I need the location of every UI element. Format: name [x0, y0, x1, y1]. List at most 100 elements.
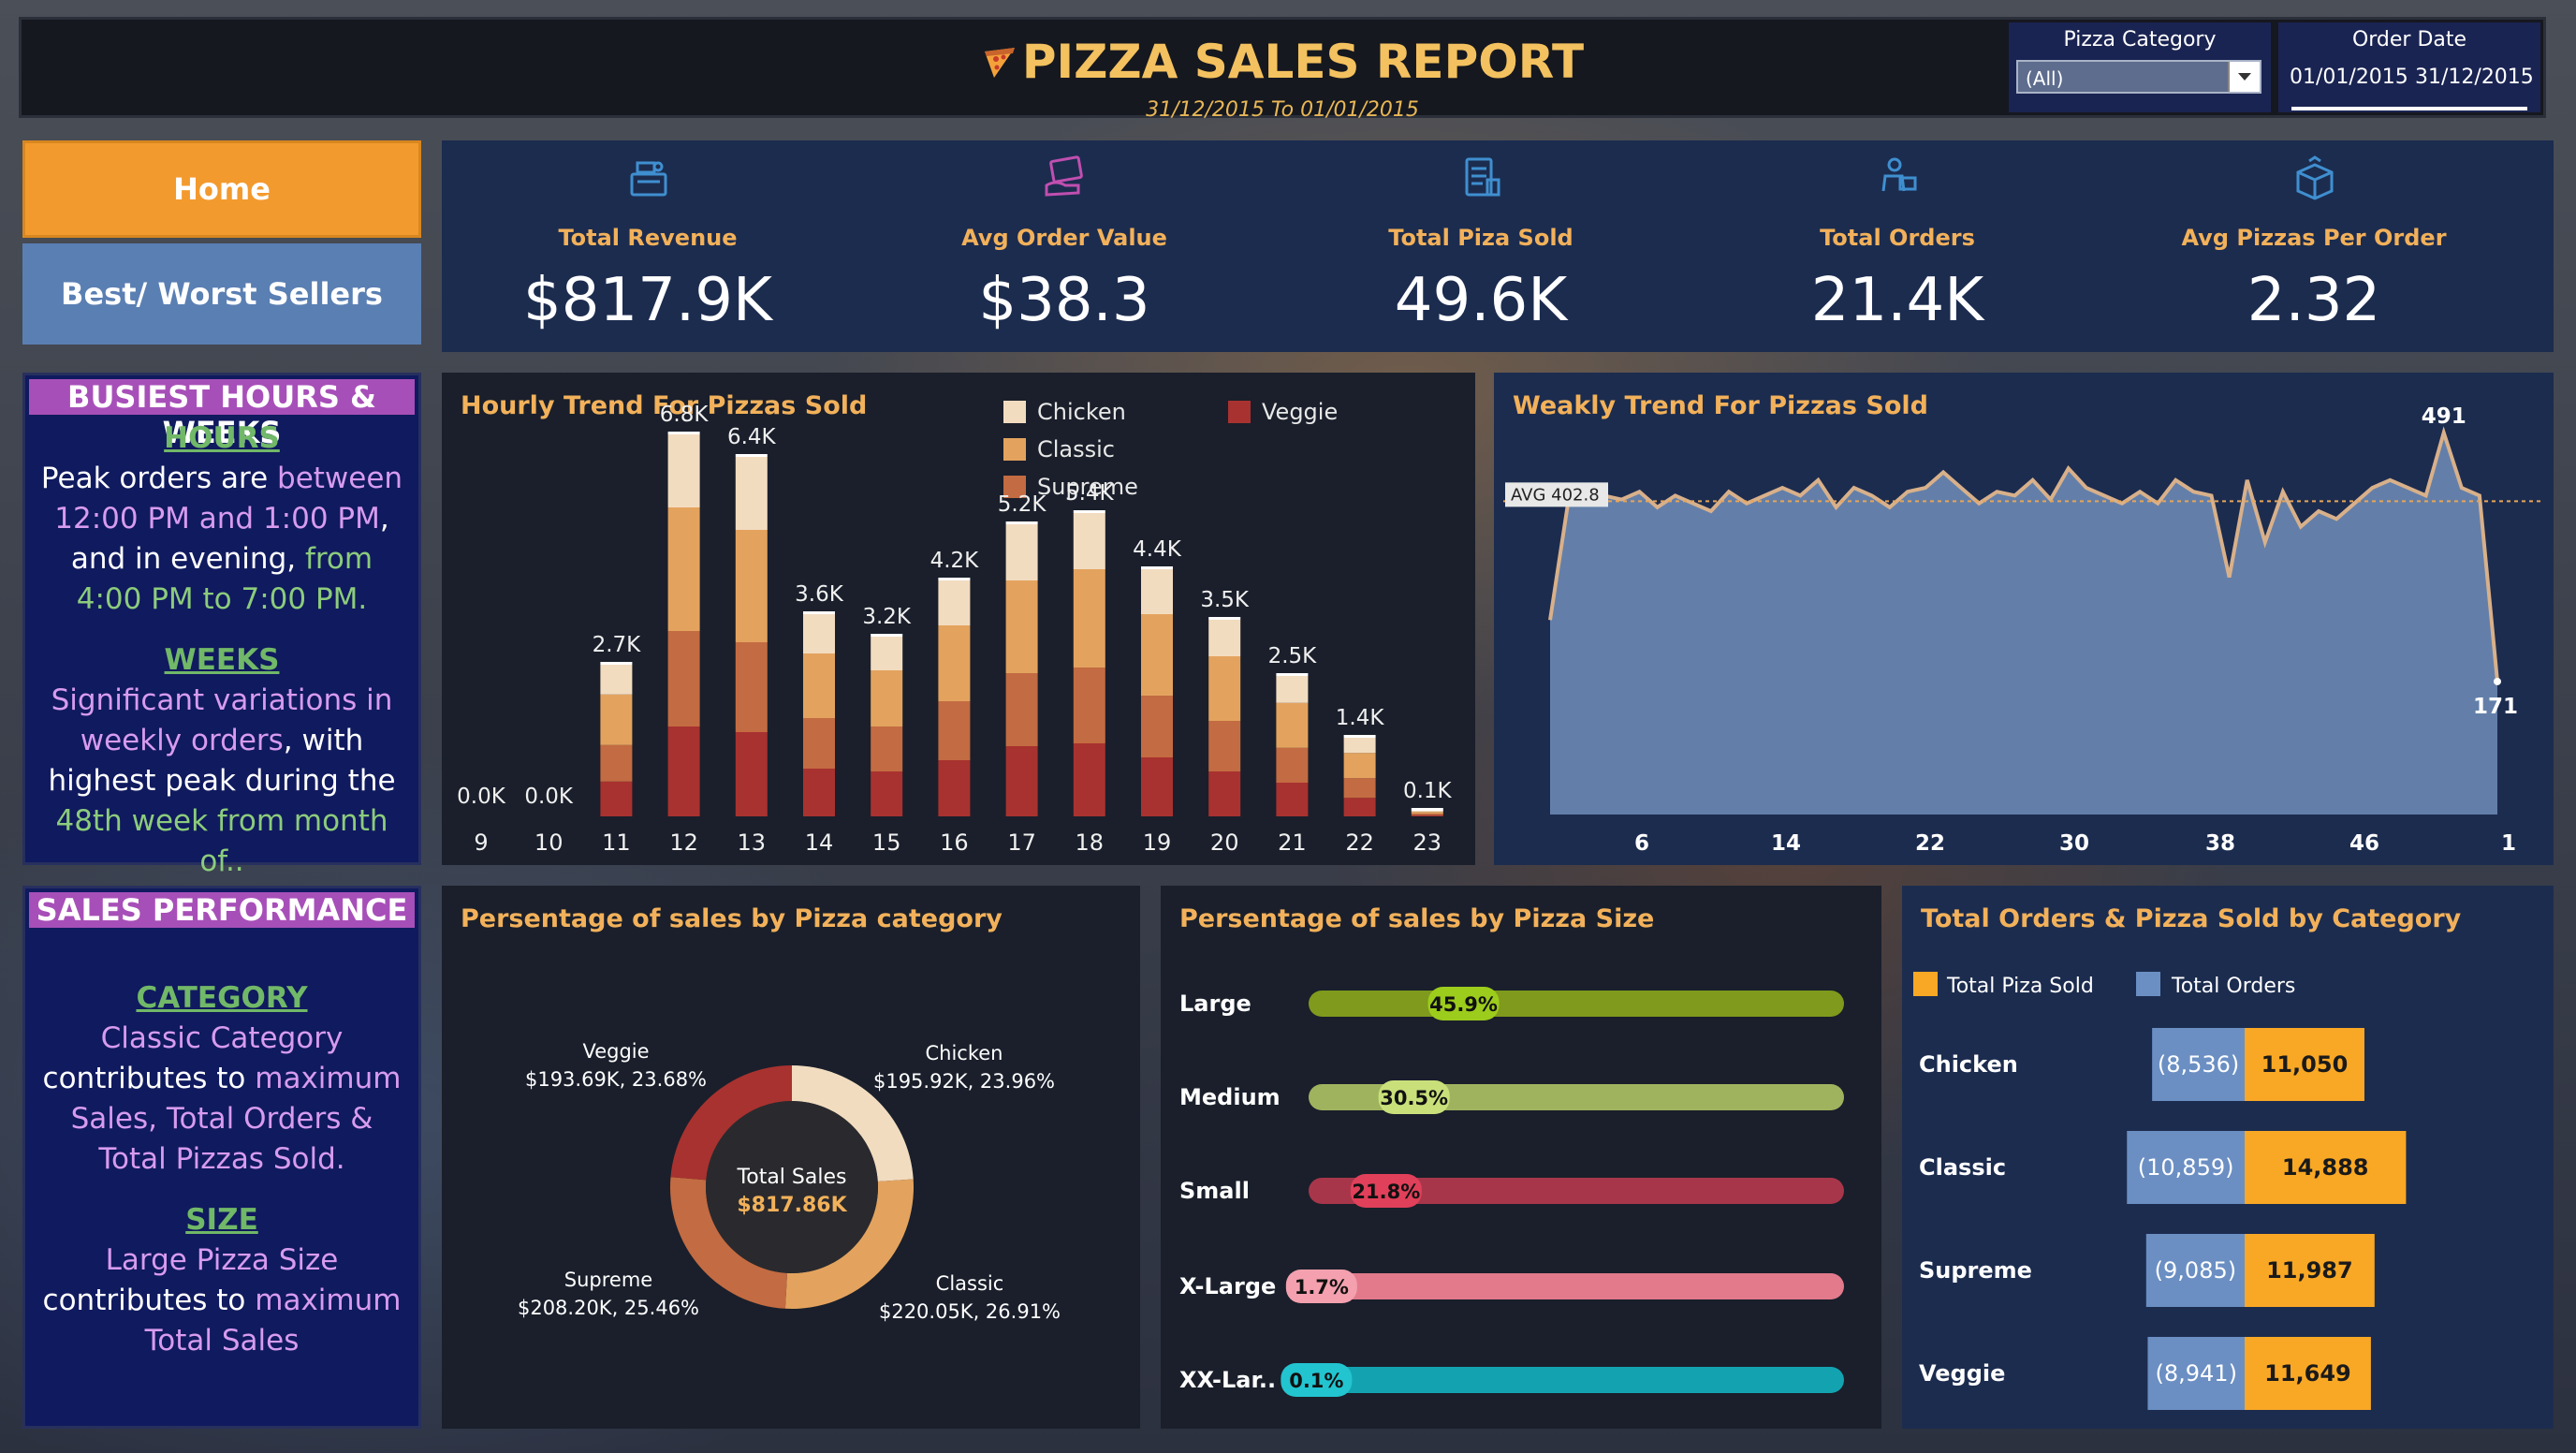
bar-segment-veggie	[1005, 746, 1038, 816]
sales-performance-panel: SALES PERFORMANCE CATEGORY Classic Categ…	[22, 886, 421, 1429]
receipt-list-icon	[1465, 157, 1500, 197]
bar-total-label: 2.7K	[593, 633, 642, 657]
donut-label-value: $208.20K, 25.46%	[518, 1297, 699, 1319]
home-button[interactable]: Home	[22, 140, 421, 238]
x-tick-label: 23	[1413, 829, 1442, 856]
x-tick-label: 9	[474, 829, 488, 856]
kpi-strip: Total Revenue $817.9K Avg Order Value $3…	[442, 140, 2554, 352]
bar-segment-classic	[600, 694, 633, 745]
bar-segment-supreme	[1276, 747, 1309, 783]
kpi-label: Avg Order Value	[961, 225, 1167, 251]
x-tick-label: 46	[2349, 831, 2379, 856]
weeks-text: Significant variations in weekly orders,…	[48, 683, 396, 878]
size-bar-track	[1309, 1367, 1844, 1393]
size-heading: SIZE	[185, 1203, 258, 1237]
bar-total-label: 3.6K	[795, 582, 844, 607]
total-sold-label: 11,987	[2266, 1257, 2353, 1284]
bar-segment-chicken	[1073, 513, 1105, 569]
bar-segment-veggie	[1343, 798, 1376, 816]
kpi-total-pizza-sold: Total Piza Sold 49.6K	[1275, 140, 1687, 352]
bar-segment-supreme	[735, 642, 768, 732]
bar-top-cap	[803, 611, 835, 614]
bar-segment-veggie	[1411, 815, 1443, 816]
order-date-end[interactable]: 31/12/2015	[2415, 66, 2534, 89]
kpi-label: Total Revenue	[558, 225, 738, 251]
orders-by-category-chart: Total Piza Sold Total Orders Chicken (8,536…	[1913, 972, 2407, 1410]
bar-segment-classic	[1343, 753, 1376, 779]
weeks-heading: WEEKS	[164, 643, 280, 677]
pizza-category-value: (All)	[2026, 67, 2064, 90]
x-tick-label: 18	[1076, 829, 1105, 856]
bar-segment-veggie	[735, 732, 768, 816]
bar-segment-classic	[1208, 656, 1241, 721]
kpi-total-revenue: Total Revenue $817.9K	[442, 140, 854, 352]
pizza-category-dropdown[interactable]: (All)	[2016, 60, 2261, 94]
size-value-label: 30.5%	[1380, 1087, 1448, 1109]
kpi-label: Total Piza Sold	[1388, 225, 1573, 251]
size-label: Small	[1179, 1178, 1250, 1204]
bar-total-label: 2.5K	[1268, 644, 1318, 668]
kpi-avg-order-value: Avg Order Value $38.3	[858, 140, 1270, 352]
category-label: Classic	[1919, 1154, 2006, 1181]
weekly-trend-chart-panel: Weakly Trend For Pizzas Sold AVG 402.8 49…	[1494, 373, 2554, 865]
bar-segment-chicken	[1411, 811, 1443, 813]
kpi-value: 2.32	[2247, 266, 2381, 335]
legend-swatch-classic	[1003, 438, 1026, 461]
pizza-slice-icon	[984, 48, 1015, 78]
average-label: AVG 402.8	[1511, 485, 1600, 505]
bar-total-label: 5.2K	[998, 492, 1047, 517]
x-tick-label: 1	[2501, 831, 2516, 856]
bar-segment-veggie	[938, 760, 971, 816]
chevron-down-icon[interactable]	[2228, 62, 2260, 92]
bar-total-label: 4.4K	[1133, 537, 1182, 562]
donut-label-name: Veggie	[582, 1040, 649, 1063]
sales-performance-body: CATEGORY Classic Category contributes to…	[35, 978, 409, 1361]
busiest-hours-weeks-panel: BUSIEST HOURS & WEEKS HOURS Peak orders …	[22, 373, 421, 878]
legend-label-total-orders: Total Orders	[2171, 975, 2295, 998]
donut-center-label: Total Sales	[737, 1166, 847, 1189]
bar-top-cap	[938, 578, 971, 580]
size-label: Medium	[1179, 1084, 1281, 1110]
x-tick-label: 14	[1771, 831, 1801, 856]
x-tick-label: 14	[805, 829, 834, 856]
kpi-label: Avg Pizzas Per Order	[2181, 225, 2447, 251]
bar-total-label: 5.4K	[1065, 481, 1115, 506]
bar-segment-veggie	[1141, 757, 1173, 816]
order-date-start[interactable]: 01/01/2015	[2290, 66, 2408, 89]
bar-top-cap	[1141, 566, 1173, 569]
legend-label-classic: Classic	[1037, 436, 1115, 462]
bar-segment-veggie	[871, 771, 903, 816]
bar-total-label: 0.0K	[524, 785, 574, 809]
legend-label-total-piza-sold: Total Piza Sold	[1946, 975, 2094, 998]
kpi-value: $817.9K	[523, 266, 772, 335]
legend-label-chicken: Chicken	[1037, 399, 1126, 425]
bar-top-cap	[1208, 617, 1241, 620]
x-tick-label: 22	[1915, 831, 1945, 856]
x-tick-label: 6	[1634, 831, 1649, 856]
bar-top-cap	[871, 634, 903, 637]
title-text: PIZZA SALES REPORT	[1021, 35, 1585, 89]
total-orders-label: (8,941)	[2156, 1360, 2237, 1387]
size-bar-chart: Large 45.9% Medium 30.5% Small 21.8% X-Large 1.…	[1179, 987, 1844, 1397]
total-sold-label: 14,888	[2282, 1154, 2369, 1181]
bar-total-label: 6.4K	[727, 425, 777, 449]
x-tick-label: 20	[1210, 829, 1239, 856]
bar-segment-supreme	[1343, 778, 1376, 799]
donut-label-value: $195.92K, 23.96%	[873, 1070, 1055, 1093]
bar-total-label: 0.1K	[1403, 779, 1453, 803]
bar-total-label: 1.4K	[1336, 706, 1385, 730]
bar-segment-classic	[938, 625, 971, 701]
bar-top-cap	[1343, 735, 1376, 738]
order-date-slider[interactable]	[2291, 107, 2527, 110]
best-worst-sellers-button[interactable]: Best/ Worst Sellers	[22, 243, 421, 345]
x-tick-label: 21	[1278, 829, 1307, 856]
bar-segment-veggie	[803, 769, 835, 816]
busiest-panel-title: BUSIEST HOURS & WEEKS	[29, 379, 415, 450]
size-percentage-chart-panel: Persentage of sales by Pizza Size Large 4…	[1161, 886, 1881, 1429]
bar-segment-veggie	[1073, 743, 1105, 816]
donut-center-value: $817.86K	[737, 1194, 847, 1217]
bar-top-cap	[1276, 673, 1309, 676]
bar-top-cap	[735, 454, 768, 457]
x-tick-label: 12	[669, 829, 698, 856]
bar-top-cap	[1005, 521, 1038, 524]
